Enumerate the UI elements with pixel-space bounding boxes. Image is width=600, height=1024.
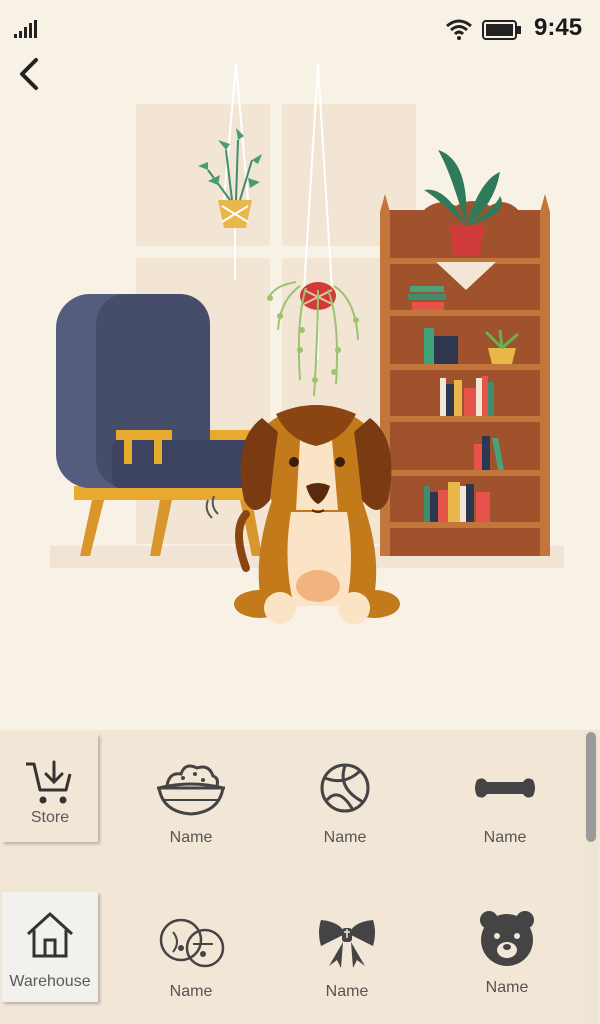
item-bone[interactable]: Name	[440, 758, 570, 847]
item-bells[interactable]: Name	[126, 908, 256, 1001]
item-name: Name	[325, 983, 369, 1000]
item-name: Name	[485, 979, 529, 996]
tab-warehouse[interactable]: Warehouse	[2, 892, 98, 1002]
item-bow-tie[interactable]: Name	[282, 908, 412, 1001]
tab-warehouse-label: Warehouse	[9, 973, 91, 990]
battery-icon	[482, 20, 521, 40]
bone-icon	[475, 778, 535, 798]
bow-tie-icon	[319, 920, 375, 968]
scrollbar[interactable]	[584, 730, 598, 1024]
shopping-cart-download-icon	[26, 760, 72, 804]
item-ball[interactable]: Name	[280, 758, 410, 847]
wifi-icon	[446, 19, 472, 40]
house-icon	[26, 912, 74, 958]
tab-store-label: Store	[30, 809, 70, 826]
item-name: Name	[169, 829, 213, 846]
bookshelf	[380, 150, 550, 556]
item-name: Name	[483, 829, 527, 846]
item-name: Name	[169, 983, 213, 1000]
scrollbar-thumb[interactable]	[586, 732, 596, 842]
status-bar: 9:45	[0, 0, 600, 56]
item-bear[interactable]: Name	[442, 908, 572, 997]
cellular-signal-icon	[14, 20, 37, 38]
status-time: 9:45	[534, 14, 583, 41]
item-food-bowl[interactable]: Name	[126, 758, 256, 847]
ball-icon	[320, 763, 370, 813]
bells-icon	[159, 918, 225, 968]
item-name: Name	[323, 829, 367, 846]
food-bowl-icon	[157, 764, 225, 816]
bear-head-icon	[480, 911, 534, 966]
room-illustration	[50, 63, 564, 624]
tab-store[interactable]: Store	[2, 734, 98, 842]
